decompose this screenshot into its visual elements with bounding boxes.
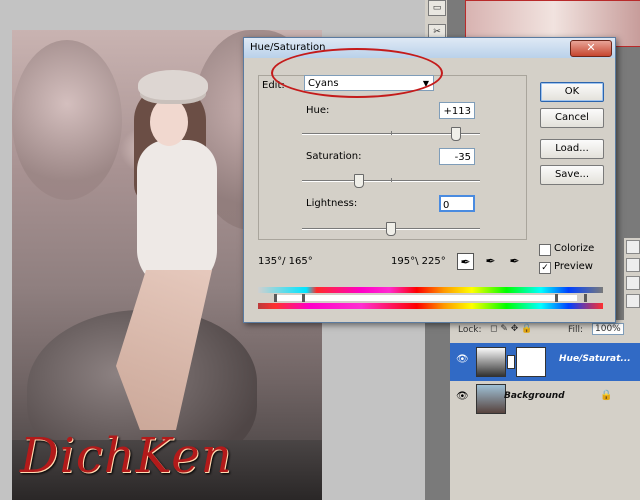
hue-input[interactable]: +113 [439,102,475,119]
saturation-input[interactable]: -35 [439,148,475,165]
watermark-signature: DichKen [20,428,233,484]
eyedropper-minus-icon[interactable]: ✒ [506,253,523,270]
layer-mask-thumbnail [516,347,546,377]
adjustment-group-frame [258,75,527,240]
range-right-readout: 195°\ 225° [391,256,446,267]
ok-button[interactable]: OK [540,82,604,102]
hue-slider-thumb[interactable] [451,127,461,141]
eyedropper-plus-icon[interactable]: ✒ [482,253,499,270]
highlight-annotation-circle [271,48,443,98]
adjustment-layer-icon [476,347,506,377]
range-marker-right-outer[interactable] [584,294,587,302]
save-button[interactable]: Save... [540,165,604,185]
saturation-label: Saturation: [306,151,362,162]
preview-label: Preview [554,261,593,272]
photo-tree-left [12,40,122,200]
colorize-label: Colorize [554,243,595,254]
background-layer-thumbnail [476,384,506,414]
input-color-spectrum [258,287,603,293]
layer-name-huesat[interactable]: Hue/Saturat... [559,354,631,364]
range-bar-selection[interactable] [277,295,577,301]
close-button[interactable]: ✕ [570,40,612,57]
photo-face [150,98,188,146]
side-icon-2[interactable] [626,258,640,272]
colorize-checkbox[interactable] [539,244,551,256]
range-left-readout: 135°/ 165° [258,256,313,267]
lock-row: Lock: ◻ ✎ ✥ 🔒 Fill: 100% [450,322,640,338]
lock-icons[interactable]: ◻ ✎ ✥ 🔒 [490,324,532,334]
cancel-button[interactable]: Cancel [540,108,604,128]
range-marker-left-inner[interactable] [302,294,305,302]
photo-hat [138,70,208,100]
load-button[interactable]: Load... [540,139,604,159]
range-marker-right-inner[interactable] [555,294,558,302]
link-icon [507,355,515,369]
side-icon-3[interactable] [626,276,640,290]
eyedropper-icon[interactable]: ✒ [457,253,474,270]
fill-label: Fill: [568,325,584,335]
output-color-spectrum [258,303,603,309]
layer-row-background[interactable]: 👁 Background 🔒 [450,380,640,418]
fill-input[interactable]: 100% [592,323,624,335]
side-icon-4[interactable] [626,294,640,308]
lock-label: Lock: [458,325,482,335]
saturation-slider-center-tick [391,178,392,182]
tool-icon-1[interactable]: ▭ [428,0,446,16]
layer-name-background[interactable]: Background [504,391,565,401]
range-marker-left-outer[interactable] [274,294,277,302]
eye-icon[interactable]: 👁 [456,392,469,402]
saturation-slider-thumb[interactable] [354,174,364,188]
lock-icon: 🔒 [600,390,613,401]
photo-dress [137,140,217,290]
hue-slider-center-tick [391,131,392,135]
eye-icon[interactable]: 👁 [456,355,469,365]
lightness-label: Lightness: [306,198,358,209]
hue-saturation-dialog: Hue/Saturation ✕ Edit: Cyans ▼ Hue: +113… [243,37,616,323]
layer-row-huesat[interactable]: 👁 Hue/Saturat... [450,343,640,381]
hue-label: Hue: [306,105,330,116]
preview-checkbox[interactable]: ✓ [539,262,551,274]
lightness-slider-thumb[interactable] [386,222,396,236]
lightness-input[interactable]: 0 [439,195,475,212]
side-icon-1[interactable] [626,240,640,254]
